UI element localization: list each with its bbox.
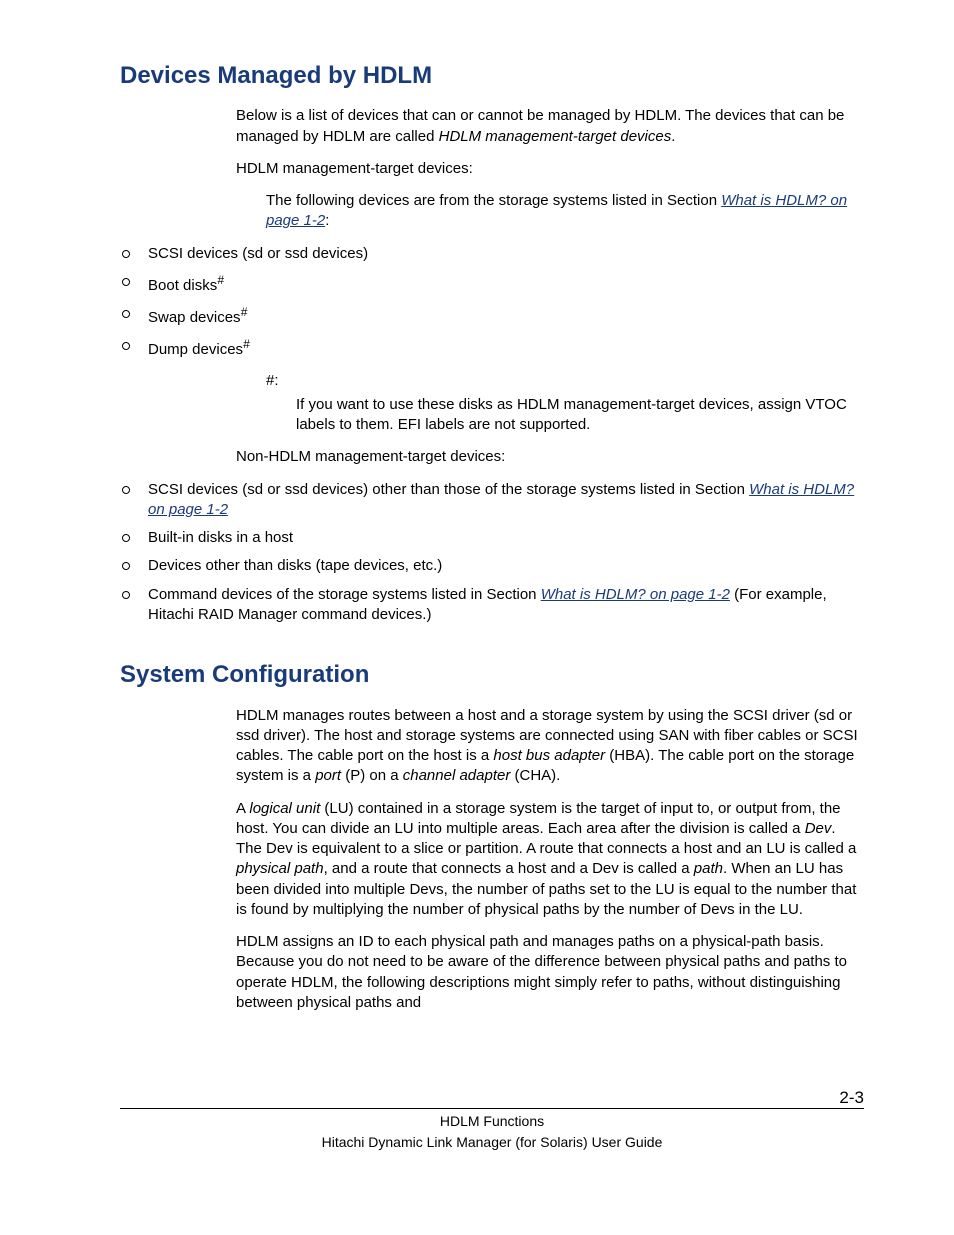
li-text: Swap devices xyxy=(148,309,241,326)
intro-paragraph: Below is a list of devices that can or c… xyxy=(236,106,864,147)
section-heading-sysconfig: System Configuration xyxy=(120,659,864,691)
p2-h: path xyxy=(694,860,723,877)
hash-sup: # xyxy=(243,337,250,351)
list-item: Boot disks# xyxy=(120,272,864,296)
sysconfig-p2: A logical unit (LU) contained in a stora… xyxy=(236,799,864,921)
intro-text-c: . xyxy=(671,128,675,145)
p1-d: port xyxy=(315,767,341,784)
li-text-a: SCSI devices (sd or ssd devices) other t… xyxy=(148,481,749,498)
page-footer: 2-3 HDLM Functions Hitachi Dynamic Link … xyxy=(120,1108,864,1152)
hash-text: If you want to use these disks as HDLM m… xyxy=(296,395,864,436)
li-text: SCSI devices (sd or ssd devices) xyxy=(148,245,368,262)
footer-line2: Hitachi Dynamic Link Manager (for Solari… xyxy=(120,1133,864,1152)
hash-sup: # xyxy=(241,305,248,319)
p2-a: A xyxy=(236,800,249,817)
p2-f: physical path xyxy=(236,860,324,877)
mtd-lead: The following devices are from the stora… xyxy=(266,191,864,232)
li-text: Devices other than disks (tape devices, … xyxy=(148,557,442,574)
p2-c: (LU) contained in a storage system is th… xyxy=(236,800,841,837)
li-text: Dump devices xyxy=(148,341,243,358)
sysconfig-p3: HDLM assigns an ID to each physical path… xyxy=(236,932,864,1013)
section-heading-devices: Devices Managed by HDLM xyxy=(120,60,864,92)
intro-text-b: HDLM management-target devices xyxy=(439,128,672,145)
p2-d: Dev xyxy=(805,820,832,837)
list-item: Swap devices# xyxy=(120,304,864,328)
p2-b: logical unit xyxy=(249,800,320,817)
list-item: Command devices of the storage systems l… xyxy=(120,585,864,626)
footer-line1: HDLM Functions xyxy=(120,1112,864,1131)
mtd-label: HDLM management-target devices: xyxy=(236,159,864,179)
p1-g: (CHA). xyxy=(510,767,560,784)
p2-g: , and a route that connects a host and a… xyxy=(324,860,694,877)
p1-b: host bus adapter xyxy=(493,747,605,764)
bullets-mtd: SCSI devices (sd or ssd devices) Boot di… xyxy=(120,244,864,361)
li-text: Boot disks xyxy=(148,277,217,294)
sysconfig-p1: HDLM manages routes between a host and a… xyxy=(236,706,864,787)
hash-sup: # xyxy=(217,273,224,287)
page-number: 2-3 xyxy=(839,1087,864,1110)
list-item: Devices other than disks (tape devices, … xyxy=(120,556,864,576)
list-item: SCSI devices (sd or ssd devices) other t… xyxy=(120,480,864,521)
list-item: Dump devices# xyxy=(120,336,864,360)
p1-e: (P) on a xyxy=(341,767,403,784)
mtd-lead-a: The following devices are from the stora… xyxy=(266,192,721,209)
li-text: Built-in disks in a host xyxy=(148,529,293,546)
list-item: Built-in disks in a host xyxy=(120,528,864,548)
list-item: SCSI devices (sd or ssd devices) xyxy=(120,244,864,264)
li-text-a: Command devices of the storage systems l… xyxy=(148,586,541,603)
mtd-lead-b: : xyxy=(325,212,329,229)
non-mtd-label: Non-HDLM management-target devices: xyxy=(236,447,864,467)
li-link[interactable]: What is HDLM? on page 1-2 xyxy=(541,586,730,603)
bullets-non-mtd: SCSI devices (sd or ssd devices) other t… xyxy=(120,480,864,626)
hash-label: #: xyxy=(266,371,864,391)
p1-f: channel adapter xyxy=(403,767,511,784)
